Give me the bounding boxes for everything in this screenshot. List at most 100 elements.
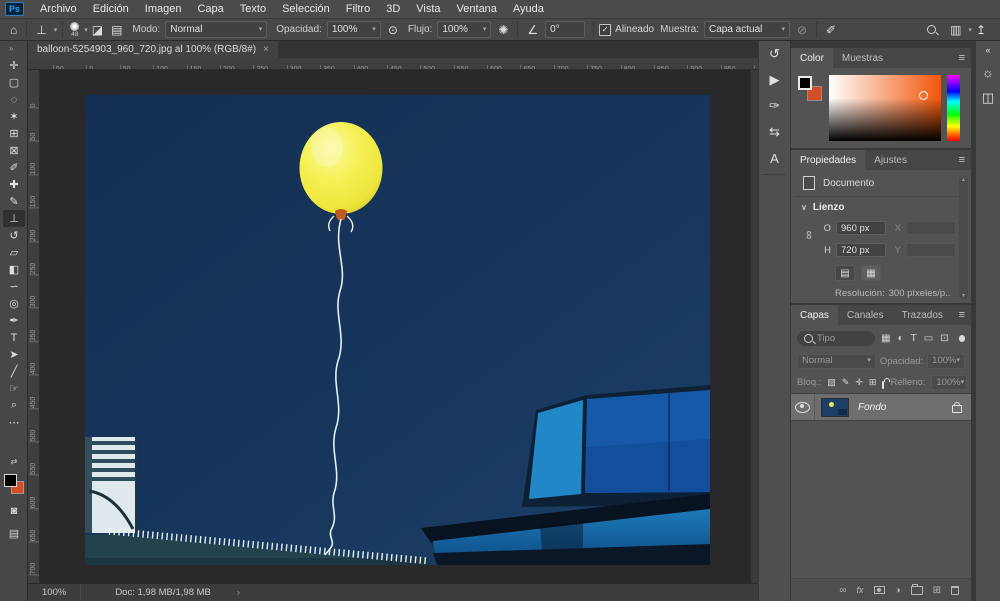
eyedropper-tool[interactable]: ✐ xyxy=(3,159,25,176)
layer-name[interactable]: Fondo xyxy=(858,402,886,413)
zoom-level-field[interactable]: 100% xyxy=(28,584,81,601)
move-tool[interactable]: ✛ xyxy=(3,57,25,74)
gradient-tool[interactable]: ◧ xyxy=(3,261,25,278)
tab-propiedades[interactable]: Propiedades xyxy=(791,150,865,170)
menu-item[interactable]: Filtro xyxy=(338,3,378,15)
brush-preset-picker[interactable]: 48 xyxy=(68,22,81,38)
horizontal-ruler[interactable]: 5005010015020025030035040045050055060065… xyxy=(40,58,758,70)
actions-panel-icon[interactable]: ▶ xyxy=(759,67,790,93)
filter-adjustment-layers-icon[interactable]: ◐ xyxy=(898,333,904,344)
healing-brush-tool[interactable]: ✚ xyxy=(3,176,25,193)
menu-item[interactable]: Texto xyxy=(232,3,274,15)
filter-type-layers-icon[interactable]: T xyxy=(911,333,917,344)
magic-wand-tool[interactable]: ✶ xyxy=(3,108,25,125)
lock-artboard-icon[interactable]: ⊞ xyxy=(869,377,877,388)
layer-group-icon[interactable] xyxy=(911,586,923,595)
pressure-size-icon[interactable]: ✐ xyxy=(822,23,840,37)
workspace-icon[interactable]: ▥ xyxy=(946,23,965,37)
menu-item[interactable]: Edición xyxy=(85,3,137,15)
filter-pixel-layers-icon[interactable]: ▦ xyxy=(881,333,890,344)
lock-all-icon[interactable] xyxy=(882,381,884,389)
swap-swatches-icon[interactable]: ⇄ xyxy=(0,457,28,466)
filter-shape-layers-icon[interactable]: ▭ xyxy=(924,333,933,344)
tab-color[interactable]: Color xyxy=(791,48,833,68)
history-brush-tool[interactable]: ↺ xyxy=(3,227,25,244)
clone-stamp-tool[interactable]: ⊥ xyxy=(3,210,25,227)
link-layers-icon[interactable]: ∞ xyxy=(839,585,846,596)
edit-toolbar-button[interactable]: ⋯ xyxy=(3,414,25,431)
tab-muestras[interactable]: Muestras xyxy=(833,48,892,68)
document-tab[interactable]: balloon-5254903_960_720.jpg al 100% (RGB… xyxy=(28,41,278,58)
lasso-tool[interactable]: ◌ xyxy=(3,91,25,108)
search-icon[interactable] xyxy=(927,25,936,34)
airbrush-icon[interactable]: ✺ xyxy=(494,23,512,37)
layer-mask-icon[interactable] xyxy=(874,586,885,594)
delete-layer-icon[interactable] xyxy=(951,586,959,595)
crop-tool[interactable]: ⊞ xyxy=(3,125,25,142)
photoshop-logo[interactable]: Ps xyxy=(5,2,24,16)
ruler-corner[interactable] xyxy=(28,58,40,70)
layer-effects-icon[interactable]: fx xyxy=(857,585,864,595)
lock-transparency-icon[interactable]: ▨ xyxy=(827,377,836,388)
foreground-color-swatch[interactable] xyxy=(4,474,17,487)
sample-select[interactable]: Capa actual ▾ xyxy=(704,21,790,38)
orientation-landscape-button[interactable]: ▦ xyxy=(861,265,881,281)
ignore-adjustment-layers-icon[interactable]: ⊘ xyxy=(793,23,811,37)
smudge-tool[interactable]: ∽ xyxy=(3,278,25,295)
collapse-dock-icon[interactable]: « xyxy=(976,41,1000,59)
menu-item[interactable]: Imagen xyxy=(137,3,190,15)
scroll-up-icon[interactable]: ▴ xyxy=(962,176,965,183)
layer-visibility-cell[interactable] xyxy=(791,394,815,420)
clone-source-toggle-icon[interactable]: ▤ xyxy=(107,23,126,37)
scroll-down-icon[interactable]: ▾ xyxy=(962,292,965,299)
brush-settings-panel-icon[interactable]: ✑ xyxy=(759,93,790,119)
layer-row[interactable]: Fondo xyxy=(791,393,971,421)
blend-mode-select[interactable]: Normal ▾ xyxy=(165,21,267,38)
vertical-ruler[interactable]: 0501001502002503003504004505005506006507… xyxy=(28,70,40,583)
libraries-panel-icon[interactable]: ◫ xyxy=(976,85,1000,111)
menu-item[interactable]: Archivo xyxy=(32,3,85,15)
line-tool[interactable]: ╱ xyxy=(3,363,25,380)
quick-mask-icon[interactable]: ◙ xyxy=(0,505,28,517)
pressure-opacity-icon[interactable]: ⊙ xyxy=(384,23,402,37)
saturation-field[interactable] xyxy=(829,75,941,141)
lock-pixels-icon[interactable]: ✎ xyxy=(842,377,850,388)
brush-settings-toggle-icon[interactable]: ◪ xyxy=(88,23,107,37)
foreground-color-swatch[interactable] xyxy=(798,76,812,90)
layer-blend-mode-select[interactable]: Normal ▾ xyxy=(797,354,876,369)
height-field[interactable]: 720 px xyxy=(836,243,886,257)
zoom-tool[interactable]: ⌕ xyxy=(3,397,25,414)
vertical-scrollbar[interactable] xyxy=(750,70,758,583)
opacity-select[interactable]: 100% ▾ xyxy=(327,21,381,38)
color-cursor[interactable] xyxy=(919,91,928,100)
menu-item[interactable]: Vista xyxy=(408,3,448,15)
layer-opacity-select[interactable]: 100% ▾ xyxy=(927,354,965,369)
panel-scrollbar[interactable]: ▴ ▾ xyxy=(959,176,968,299)
tab-capas[interactable]: Capas xyxy=(791,305,838,325)
marquee-tool[interactable]: ▢ xyxy=(3,74,25,91)
tab-ajustes[interactable]: Ajustes xyxy=(865,150,916,170)
panel-menu-icon[interactable]: ≡ xyxy=(953,305,971,325)
adjustment-layer-icon[interactable]: ◑ xyxy=(895,585,901,596)
tab-trazados[interactable]: Trazados xyxy=(893,305,952,325)
menu-item[interactable]: Capa xyxy=(189,3,231,15)
background-lock-icon[interactable] xyxy=(952,405,962,413)
lock-position-icon[interactable]: ✛ xyxy=(855,377,863,388)
layer-thumbnail[interactable] xyxy=(821,398,849,417)
collapse-toolbar-icon[interactable]: » xyxy=(9,44,13,53)
hue-slider[interactable] xyxy=(947,75,960,141)
type-tool[interactable]: T xyxy=(3,329,25,346)
aligned-checkbox[interactable]: ✓ xyxy=(599,24,611,36)
canvas-section-header[interactable]: ∨ Lienzo xyxy=(791,197,971,217)
screen-mode-icon[interactable]: ▤ xyxy=(0,527,28,540)
brush-angle-field[interactable]: 0° xyxy=(545,21,585,38)
history-panel-icon[interactable]: ↺ xyxy=(759,41,790,67)
learn-panel-icon[interactable]: ☼ xyxy=(976,59,1000,85)
flow-select[interactable]: 100% ▾ xyxy=(437,21,491,38)
character-panel-icon[interactable]: A xyxy=(759,145,790,171)
home-icon[interactable]: ⌂ xyxy=(6,23,21,37)
filter-smart-objects-icon[interactable]: ⊡ xyxy=(940,333,948,344)
current-tool-icon[interactable]: ⊥ xyxy=(32,23,50,37)
layer-filter-search[interactable]: Tipo xyxy=(797,331,875,346)
clone-source-panel-icon[interactable]: ⇆ xyxy=(759,119,790,145)
